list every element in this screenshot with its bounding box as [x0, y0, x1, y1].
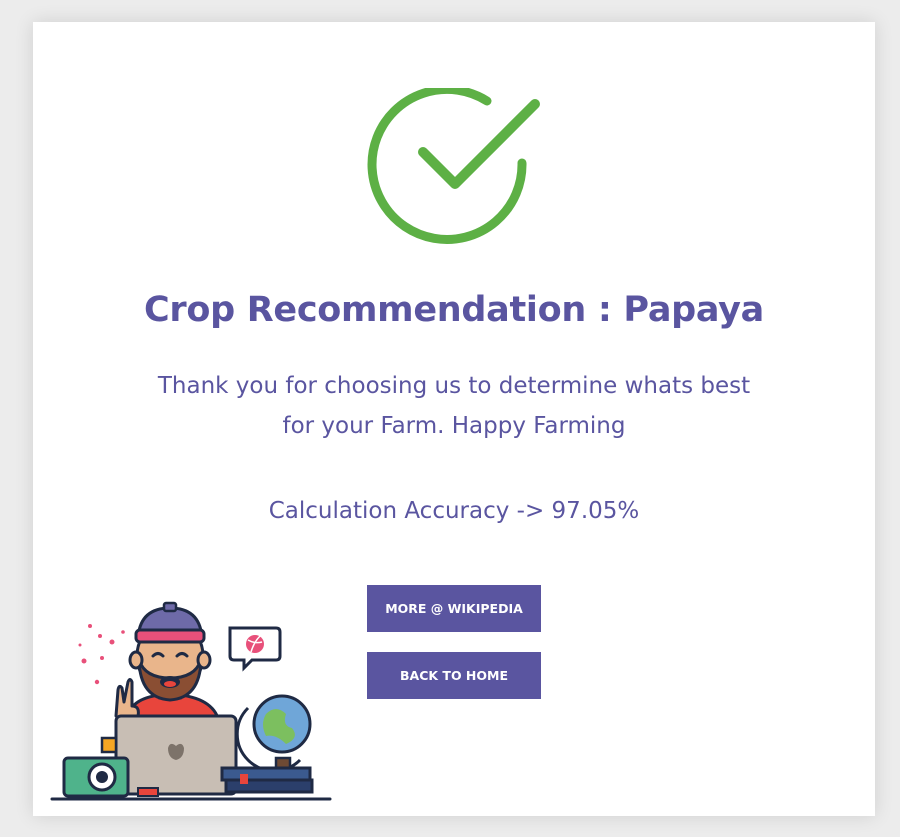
dribbble-bubble-icon [228, 626, 282, 672]
farmer-illustration [50, 601, 332, 801]
books-icon [220, 766, 314, 794]
accuracy-text: Calculation Accuracy -> 97.05% [268, 498, 640, 524]
sparkles-icon [78, 624, 125, 685]
globe-icon [235, 694, 312, 773]
page-title: Crop Recommendation : Papaya [144, 290, 764, 330]
thank-you-message: Thank you for choosing us to determine w… [157, 373, 751, 439]
laptop-icon [114, 714, 238, 797]
back-to-home-button[interactable]: BACK TO HOME [367, 652, 541, 699]
check-circle-icon [367, 88, 540, 244]
more-wikipedia-button[interactable]: MORE @ WIKIPEDIA [367, 585, 541, 632]
